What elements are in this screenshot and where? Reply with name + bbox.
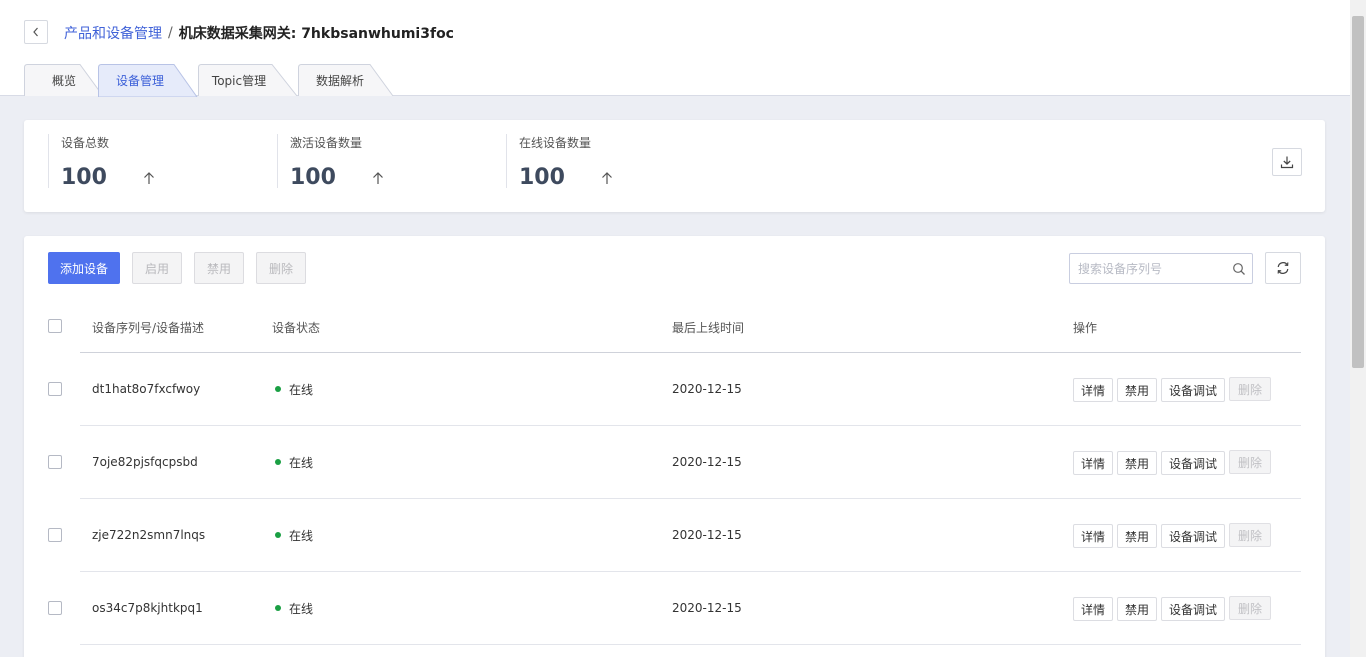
scrollbar-thumb[interactable] bbox=[1352, 16, 1364, 368]
table-row: zje722n2smn7lnqs 在线 2020-12-15 详情 禁用 设备调… bbox=[24, 499, 1325, 572]
tab-label: 概览 bbox=[51, 73, 76, 88]
tab-device-management[interactable]: 设备管理 bbox=[98, 64, 198, 97]
stat-activated-devices: 激活设备数量 100 bbox=[277, 134, 477, 190]
detail-button[interactable]: 详情 bbox=[1073, 378, 1113, 402]
column-header-last-online: 最后上线时间 bbox=[672, 321, 745, 335]
row-disable-button[interactable]: 禁用 bbox=[1117, 378, 1157, 402]
stat-value: 100 bbox=[290, 165, 336, 190]
refresh-button[interactable] bbox=[1265, 252, 1301, 284]
online-status-dot bbox=[275, 605, 281, 611]
device-debug-button[interactable]: 设备调试 bbox=[1161, 597, 1225, 621]
breadcrumb: 产品和设备管理 / 机床数据采集网关: 7hkbsanwhumi3foc bbox=[64, 23, 454, 43]
search-icon[interactable] bbox=[1232, 262, 1246, 276]
last-online-time: 2020-12-15 bbox=[672, 455, 742, 469]
breadcrumb-separator: / bbox=[168, 25, 173, 41]
device-debug-button[interactable]: 设备调试 bbox=[1161, 451, 1225, 475]
disable-button[interactable]: 禁用 bbox=[194, 252, 244, 284]
search-box bbox=[1069, 253, 1253, 284]
back-button[interactable] bbox=[24, 20, 48, 44]
device-list-card: 添加设备 启用 禁用 删除 设备序列号/设备描述 设备状态 最后上线时间 操作 … bbox=[24, 236, 1325, 657]
breadcrumb-parent-link[interactable]: 产品和设备管理 bbox=[64, 23, 162, 43]
row-disable-button[interactable]: 禁用 bbox=[1117, 597, 1157, 621]
table-row: os34c7p8kjhtkpq1 在线 2020-12-15 详情 禁用 设备调… bbox=[24, 572, 1325, 645]
download-icon bbox=[1280, 156, 1294, 169]
row-checkbox[interactable] bbox=[48, 382, 62, 396]
online-status-dot bbox=[275, 459, 281, 465]
device-serial: dt1hat8o7fxcfwoy bbox=[92, 382, 201, 396]
device-debug-button[interactable]: 设备调试 bbox=[1161, 524, 1225, 548]
refresh-icon bbox=[1277, 262, 1289, 274]
row-delete-button[interactable]: 删除 bbox=[1229, 450, 1271, 474]
search-input[interactable] bbox=[1078, 254, 1228, 283]
detail-button[interactable]: 详情 bbox=[1073, 451, 1113, 475]
row-disable-button[interactable]: 禁用 bbox=[1117, 451, 1157, 475]
download-button[interactable] bbox=[1272, 148, 1302, 176]
column-header-serial: 设备序列号/设备描述 bbox=[92, 321, 205, 335]
detail-button[interactable]: 详情 bbox=[1073, 597, 1113, 621]
enable-button[interactable]: 启用 bbox=[132, 252, 182, 284]
device-stats-card: 设备总数 100 激活设备数量 100 在线设备数量 100 bbox=[24, 120, 1325, 212]
column-header-status: 设备状态 bbox=[272, 321, 321, 335]
arrow-up-icon bbox=[601, 171, 613, 185]
stat-label: 设备总数 bbox=[61, 136, 110, 150]
detail-button[interactable]: 详情 bbox=[1073, 524, 1113, 548]
row-divider bbox=[80, 644, 1301, 645]
row-disable-button[interactable]: 禁用 bbox=[1117, 524, 1157, 548]
online-status-dot bbox=[275, 532, 281, 538]
device-serial: os34c7p8kjhtkpq1 bbox=[92, 601, 203, 615]
device-debug-button[interactable]: 设备调试 bbox=[1161, 378, 1225, 402]
stat-online-devices: 在线设备数量 100 bbox=[506, 134, 706, 190]
delete-button[interactable]: 删除 bbox=[256, 252, 306, 284]
status-text: 在线 bbox=[289, 455, 314, 470]
last-online-time: 2020-12-15 bbox=[672, 382, 742, 396]
column-header-actions: 操作 bbox=[1073, 321, 1098, 335]
row-checkbox[interactable] bbox=[48, 455, 62, 469]
page-header: 产品和设备管理 / 机床数据采集网关: 7hkbsanwhumi3foc 概览 … bbox=[0, 0, 1350, 97]
last-online-time: 2020-12-15 bbox=[672, 528, 742, 542]
stat-label: 在线设备数量 bbox=[519, 136, 592, 150]
device-serial: 7oje82pjsfqcpsbd bbox=[92, 455, 198, 469]
table-row: dt1hat8o7fxcfwoy 在线 2020-12-15 详情 禁用 设备调… bbox=[24, 353, 1325, 426]
arrow-up-icon bbox=[372, 171, 384, 185]
tab-data-parsing[interactable]: 数据解析 bbox=[294, 64, 394, 96]
stat-value: 100 bbox=[519, 165, 565, 190]
add-device-button[interactable]: 添加设备 bbox=[48, 252, 120, 284]
stat-value: 100 bbox=[61, 165, 107, 190]
arrow-up-icon bbox=[143, 171, 155, 185]
device-status: 在线 bbox=[275, 353, 313, 425]
status-text: 在线 bbox=[289, 528, 314, 543]
device-status: 在线 bbox=[275, 426, 313, 498]
select-all-checkbox[interactable] bbox=[48, 319, 62, 333]
stat-label: 激活设备数量 bbox=[290, 136, 363, 150]
chevron-left-icon bbox=[33, 27, 38, 37]
tab-label: Topic管理 bbox=[211, 73, 267, 88]
tab-label: 数据解析 bbox=[315, 73, 364, 88]
row-checkbox[interactable] bbox=[48, 601, 62, 615]
status-text: 在线 bbox=[289, 601, 314, 616]
device-status: 在线 bbox=[275, 572, 313, 644]
row-delete-button[interactable]: 删除 bbox=[1229, 523, 1271, 547]
tab-overview[interactable]: 概览 bbox=[24, 64, 104, 96]
row-delete-button[interactable]: 删除 bbox=[1229, 596, 1271, 620]
vertical-scrollbar[interactable] bbox=[1350, 0, 1366, 657]
breadcrumb-current: 机床数据采集网关: 7hkbsanwhumi3foc bbox=[178, 26, 454, 42]
row-delete-button[interactable]: 删除 bbox=[1229, 377, 1271, 401]
online-status-dot bbox=[275, 386, 281, 392]
device-serial: zje722n2smn7lnqs bbox=[92, 528, 206, 542]
stat-total-devices: 设备总数 100 bbox=[48, 134, 248, 190]
last-online-time: 2020-12-15 bbox=[672, 601, 742, 615]
tab-topic-management[interactable]: Topic管理 bbox=[194, 64, 298, 96]
row-checkbox[interactable] bbox=[48, 528, 62, 542]
device-status: 在线 bbox=[275, 499, 313, 571]
tab-label: 设备管理 bbox=[115, 73, 164, 88]
table-row: 7oje82pjsfqcpsbd 在线 2020-12-15 详情 禁用 设备调… bbox=[24, 426, 1325, 499]
status-text: 在线 bbox=[289, 382, 314, 397]
